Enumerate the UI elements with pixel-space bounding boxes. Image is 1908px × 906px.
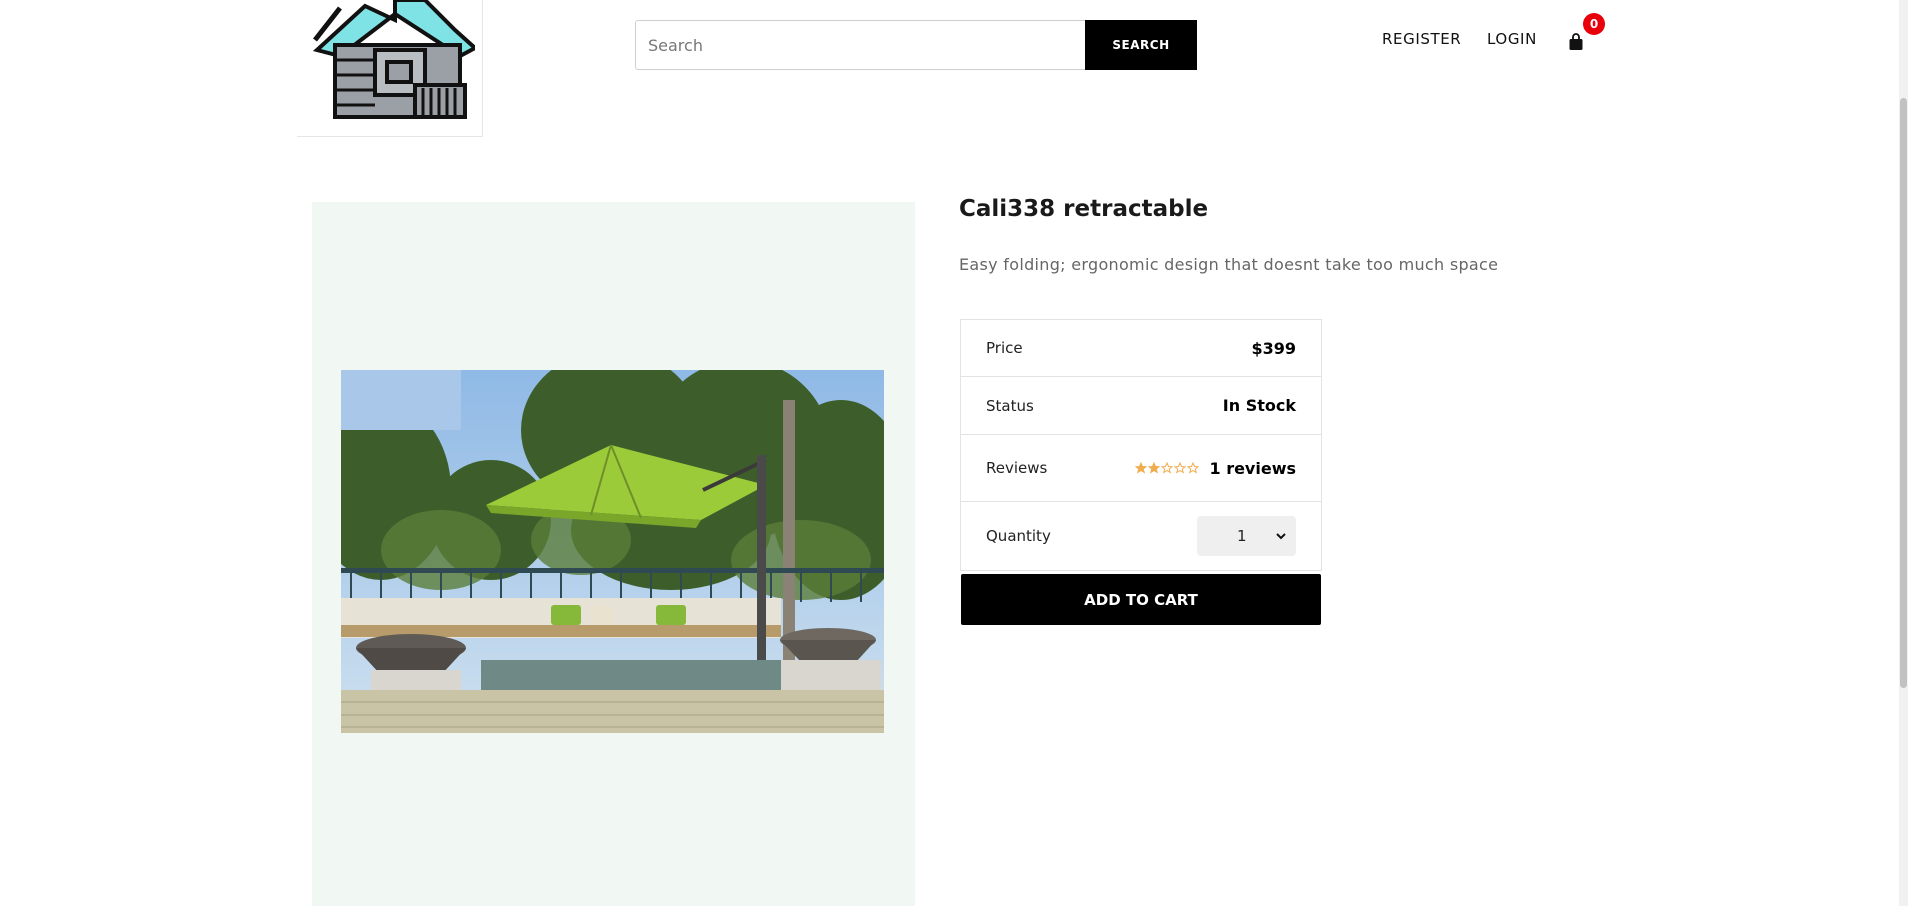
star-filled-icon — [1135, 462, 1148, 474]
product-image — [341, 370, 884, 733]
search-input[interactable] — [635, 20, 1085, 70]
product-description: Easy folding; ergonomic design that does… — [959, 255, 1499, 274]
scrollbar-thumb[interactable] — [1900, 98, 1907, 688]
star-filled-icon — [1148, 462, 1161, 474]
register-link[interactable]: REGISTER — [1382, 30, 1461, 48]
reviews-row: Reviews 1 reviews — [961, 435, 1321, 502]
shopping-bag-icon[interactable] — [1568, 33, 1584, 51]
quantity-select[interactable]: 1 — [1197, 516, 1296, 556]
add-to-cart-button[interactable]: ADD TO CART — [961, 574, 1321, 625]
status-value: In Stock — [1222, 396, 1296, 415]
reviews-count[interactable]: 1 reviews — [1209, 459, 1296, 478]
status-label: Status — [986, 396, 1034, 415]
rating-stars — [1135, 462, 1200, 474]
chevron-down-icon — [1276, 533, 1286, 540]
reviews-label: Reviews — [986, 459, 1048, 477]
quantity-value: 1 — [1237, 527, 1247, 545]
status-row: Status In Stock — [961, 377, 1321, 435]
quantity-label: Quantity — [986, 527, 1051, 545]
search-button[interactable]: SEARCH — [1085, 20, 1197, 70]
page-scrollbar[interactable] — [1899, 0, 1908, 906]
price-row: Price $399 — [961, 320, 1321, 377]
product-title: Cali338 retractable — [959, 196, 1209, 222]
cart-count-badge: 0 — [1583, 13, 1605, 35]
price-label: Price — [986, 339, 1023, 357]
price-value: $399 — [1251, 338, 1296, 358]
star-empty-icon — [1161, 462, 1174, 474]
product-image-panel — [312, 202, 915, 906]
product-info-card: Price $399 Status In Stock Reviews 1 rev… — [960, 319, 1322, 571]
star-empty-icon — [1174, 462, 1187, 474]
login-link[interactable]: LOGIN — [1487, 30, 1537, 48]
house-logo-icon — [312, 0, 475, 119]
site-logo[interactable] — [297, 0, 483, 137]
search-bar: SEARCH — [635, 20, 1197, 70]
quantity-row: Quantity 1 — [961, 502, 1321, 570]
star-empty-icon — [1187, 462, 1200, 474]
